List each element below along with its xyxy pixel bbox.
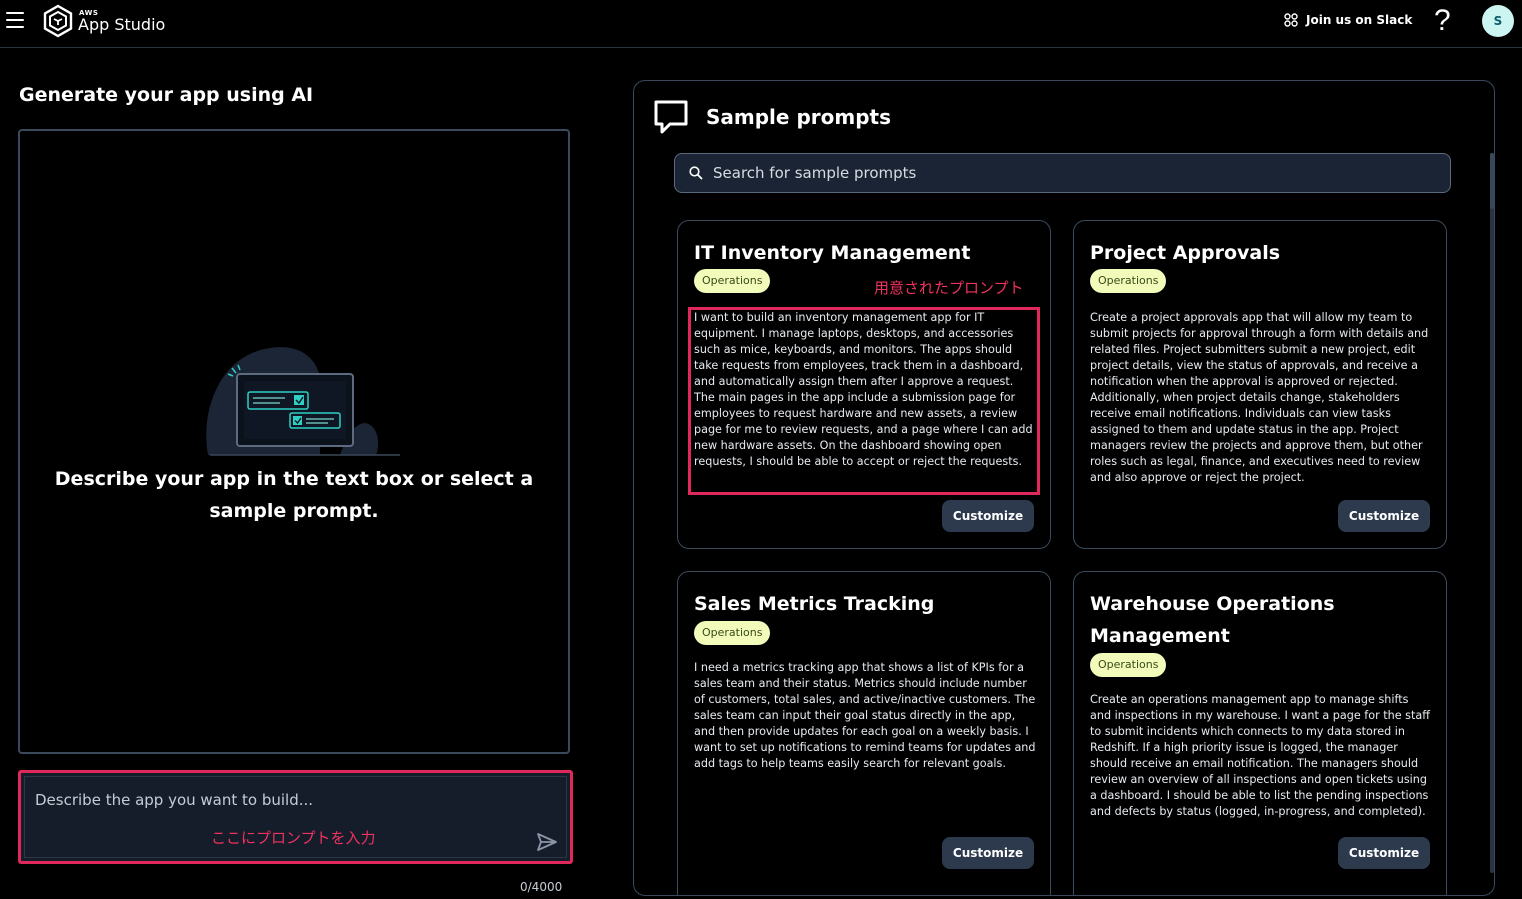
card-title: Project Approvals: [1090, 242, 1281, 264]
category-badge: Operations: [1090, 653, 1167, 677]
top-bar: AWS App Studio Join us on Slack ? S: [0, 0, 1522, 48]
prompt-card-it-inventory[interactable]: IT Inventory Management Operations 用意された…: [677, 220, 1051, 549]
card-title: IT Inventory Management: [694, 242, 971, 264]
card-description: I need a metrics tracking app that shows…: [694, 661, 1036, 770]
prompt-input[interactable]: [35, 789, 515, 811]
scrollbar[interactable]: [1490, 153, 1494, 873]
prompt-card-warehouse-operations[interactable]: Warehouse Operations Management Operatio…: [1073, 571, 1447, 895]
chat-bubble-icon: [654, 100, 688, 134]
sample-prompts-title: Sample prompts: [706, 105, 891, 129]
scrollbar-thumb[interactable]: [1490, 153, 1494, 209]
slack-label: Join us on Slack: [1306, 13, 1413, 27]
page-title: Generate your app using AI: [19, 84, 314, 106]
card-description: Create a project approvals app that will…: [1090, 311, 1429, 484]
category-badge: Operations: [694, 269, 771, 293]
card-description: Create an operations management app to m…: [1090, 693, 1430, 818]
help-icon[interactable]: ?: [1434, 4, 1451, 38]
laptop-chat-illustration-icon: [206, 347, 400, 456]
customize-button[interactable]: Customize: [1338, 500, 1430, 532]
card-title: Sales Metrics Tracking: [694, 593, 935, 615]
category-badge: Operations: [1090, 269, 1167, 293]
avatar[interactable]: S: [1482, 5, 1514, 37]
sample-prompts-panel: Sample prompts IT Inventory Management O…: [633, 80, 1495, 896]
app-studio-logo-icon: [43, 4, 73, 38]
prompt-input-inner: ここにプロンプトを入力: [24, 776, 567, 858]
search-input[interactable]: [713, 164, 1413, 182]
customize-button[interactable]: Customize: [942, 500, 1034, 532]
prompt-annotation: 用意されたプロンプト: [874, 279, 1024, 297]
card-title: Warehouse Operations Management: [1090, 593, 1335, 647]
customize-button[interactable]: Customize: [942, 837, 1034, 869]
brand-name: App Studio: [78, 15, 166, 34]
card-description: I want to build an inventory management …: [694, 311, 1033, 468]
prompt-input-box: ここにプロンプトを入力: [18, 770, 573, 864]
search-box: [674, 153, 1451, 193]
customize-button[interactable]: Customize: [1338, 837, 1430, 869]
character-counter: 0/4000: [520, 880, 563, 894]
empty-state-message: Describe your app in the text box or sel…: [54, 468, 534, 522]
category-badge: Operations: [694, 621, 771, 645]
send-icon[interactable]: [535, 830, 559, 854]
input-annotation: ここにプロンプトを入力: [211, 829, 376, 847]
menu-icon[interactable]: [6, 12, 24, 28]
prompt-card-project-approvals[interactable]: Project Approvals Operations Create a pr…: [1073, 220, 1447, 549]
slack-icon: [1284, 13, 1298, 27]
search-icon: [689, 166, 703, 180]
prompt-card-sales-metrics[interactable]: Sales Metrics Tracking Operations I need…: [677, 571, 1051, 895]
join-slack-link[interactable]: Join us on Slack: [1284, 13, 1412, 27]
